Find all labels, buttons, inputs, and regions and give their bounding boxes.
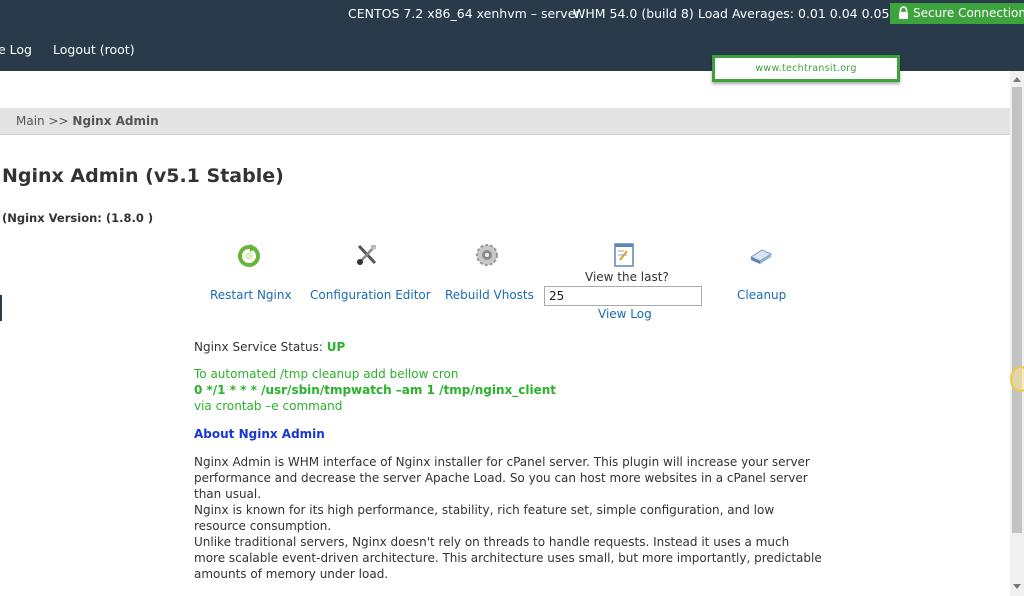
breadcrumb: Main >> Nginx Admin <box>16 114 159 128</box>
cron-intro: To automated /tmp cleanup add bellow cro… <box>194 367 459 381</box>
about-heading[interactable]: About Nginx Admin <box>194 427 325 441</box>
service-status: Nginx Service Status: UP <box>194 340 345 354</box>
restart-nginx-link[interactable]: Restart Nginx <box>210 288 292 302</box>
system-info: CENTOS 7.2 x86_64 xenhvm – server <box>348 6 581 21</box>
secure-connection-badge[interactable]: Secure Connection <box>890 3 1024 24</box>
watermark-banner: www.techtransit.org <box>712 55 900 82</box>
config-editor-icon[interactable] <box>354 242 380 268</box>
restart-icon[interactable] <box>236 242 262 268</box>
breadcrumb-bar: Main >> Nginx Admin <box>0 108 1010 135</box>
load-averages: Load Averages: 0.01 0.04 0.05 <box>698 6 890 21</box>
view-log-icon[interactable] <box>611 242 637 268</box>
secure-connection-label: Secure Connection <box>913 6 1024 20</box>
nav-link-log[interactable]: e Log <box>0 42 32 57</box>
breadcrumb-current: Nginx Admin <box>72 114 159 128</box>
scrollbar-thumb[interactable] <box>1012 87 1022 533</box>
configuration-editor-link[interactable]: Configuration Editor <box>310 288 431 302</box>
left-edge-marker <box>0 295 2 321</box>
about-paragraph-2: Nginx is known for its high performance,… <box>194 503 775 533</box>
rebuild-vhosts-icon[interactable] <box>474 242 500 268</box>
breadcrumb-main[interactable]: Main <box>16 114 45 128</box>
whm-version: WHM 54.0 (build 8) <box>573 6 694 21</box>
service-status-label: Nginx Service Status: <box>194 340 323 354</box>
service-status-value: UP <box>326 340 346 354</box>
cleanup-icon[interactable] <box>748 242 774 268</box>
scroll-down-arrow-icon[interactable] <box>1010 579 1024 593</box>
log-lines-input[interactable] <box>544 286 702 306</box>
page-title: Nginx Admin (v5.1 Stable) <box>2 165 284 187</box>
cron-hint: via crontab –e command <box>194 399 343 413</box>
lock-icon <box>899 6 908 19</box>
about-paragraph-1: Nginx Admin is WHM interface of Nginx in… <box>194 455 810 501</box>
nginx-version: (Nginx Version: (1.8.0 ) <box>2 211 154 225</box>
logout-link[interactable]: Logout (root) <box>53 42 135 57</box>
scroll-up-arrow-icon[interactable] <box>1010 73 1024 87</box>
about-paragraph-3: Unlike traditional servers, Nginx doesn'… <box>194 535 822 581</box>
breadcrumb-separator: >> <box>48 114 69 128</box>
cleanup-link[interactable]: Cleanup <box>737 288 786 302</box>
rebuild-vhosts-link[interactable]: Rebuild Vhosts <box>445 288 534 302</box>
view-log-link[interactable]: View Log <box>598 307 652 321</box>
vertical-scrollbar[interactable] <box>1010 71 1024 596</box>
cron-command: 0 */1 * * * /usr/sbin/tmpwatch –am 1 /tm… <box>194 383 556 397</box>
view-last-label: View the last? <box>585 270 669 284</box>
